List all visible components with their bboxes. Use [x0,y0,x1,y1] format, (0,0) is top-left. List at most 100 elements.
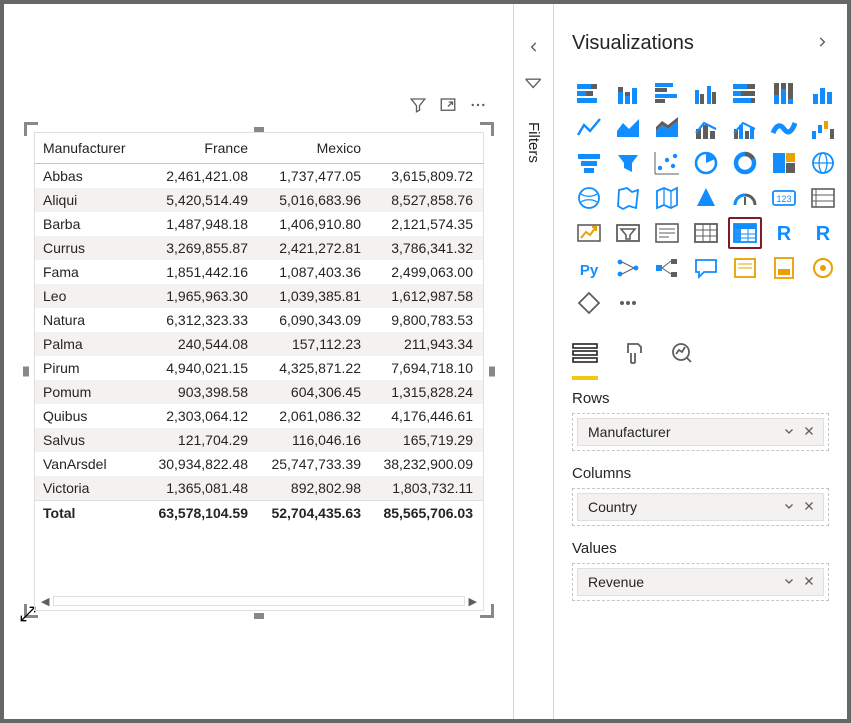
multi-row-card-icon[interactable] [806,182,840,214]
row-label[interactable]: Abbas [35,163,145,188]
text-box-icon[interactable] [650,217,684,249]
row-label[interactable]: Leo [35,284,145,308]
filter-icon[interactable] [409,96,427,117]
donut-chart-icon[interactable] [728,147,762,179]
chevron-down-icon[interactable] [783,574,795,590]
cell-value[interactable]: 1,803,732.11 [371,476,483,501]
cell-value[interactable]: 240,544.08 [145,332,258,356]
stacked-bar-chart-icon[interactable] [572,77,606,109]
cell-value[interactable]: 4,176,446.61 [371,404,483,428]
cell-value[interactable]: 1,315,828.24 [371,380,483,404]
filled-map-icon[interactable] [611,182,645,214]
table-row[interactable]: VanArsdel30,934,822.4825,747,733.3938,23… [35,452,483,476]
cell-value[interactable]: 1,087,403.36 [258,260,371,284]
field-chip-country[interactable]: Country [577,493,824,521]
kpi-icon[interactable] [572,217,606,249]
line-clustered-column-icon[interactable] [728,112,762,144]
cell-value[interactable]: 3,786,341.32 [371,236,483,260]
cell-value[interactable]: 2,499,063.00 [371,260,483,284]
clustered-column-chart-icon[interactable] [689,77,723,109]
rows-well-dropzone[interactable]: Manufacturer [572,413,829,451]
cell-value[interactable]: 9,800,783.53 [371,308,483,332]
format-tab[interactable] [622,335,646,380]
row-label[interactable]: VanArsdel [35,452,145,476]
cell-value[interactable]: 1,612,987.58 [371,284,483,308]
cell-value[interactable]: 1,851,442.16 [145,260,258,284]
row-label[interactable]: Natura [35,308,145,332]
table-row[interactable]: Barba1,487,948.181,406,910.802,121,574.3… [35,212,483,236]
cell-value[interactable]: 4,940,021.15 [145,356,258,380]
filters-pane-collapsed[interactable]: Filters [514,4,554,719]
table-icon[interactable] [689,217,723,249]
cell-value[interactable]: 7,694,718.10 [371,356,483,380]
cell-value[interactable]: 1,737,477.05 [258,163,371,188]
cell-value[interactable]: 5,420,514.49 [145,188,258,212]
column-header[interactable]: Mexico [258,133,371,163]
column-header[interactable] [371,133,483,163]
row-label[interactable]: Quibus [35,404,145,428]
line-chart-icon[interactable] [572,112,606,144]
table-row[interactable]: Salvus121,704.29116,046.16165,719.29 [35,428,483,452]
table-row[interactable]: Quibus2,303,064.122,061,086.324,176,446.… [35,404,483,428]
cell-value[interactable]: 30,934,822.48 [145,452,258,476]
table-row[interactable]: Leo1,965,963.301,039,385.811,612,987.58 [35,284,483,308]
cell-value[interactable]: 157,112.23 [258,332,371,356]
cell-value[interactable]: 4,325,871.22 [258,356,371,380]
qa-visual-icon[interactable] [689,252,723,284]
row-label[interactable]: Aliqui [35,188,145,212]
cell-value[interactable]: 2,303,064.12 [145,404,258,428]
scatter-chart-icon[interactable] [650,147,684,179]
cell-value[interactable]: 6,312,323.33 [145,308,258,332]
table-row[interactable]: Victoria1,365,081.48892,802.981,803,732.… [35,476,483,501]
python-visual-icon[interactable]: Py [572,252,606,284]
stacked-column-chart-icon[interactable] [611,77,645,109]
card-icon[interactable]: 123 [767,182,801,214]
row-label[interactable]: Victoria [35,476,145,501]
table-row[interactable]: Abbas2,461,421.081,737,477.053,615,809.7… [35,163,483,188]
cell-value[interactable]: 6,090,343.09 [258,308,371,332]
clustered-bar-chart-icon[interactable] [650,77,684,109]
cell-value[interactable]: 116,046.16 [258,428,371,452]
line-stacked-column-icon[interactable] [689,112,723,144]
cell-value[interactable]: 2,121,574.35 [371,212,483,236]
table-row[interactable]: Natura6,312,323.336,090,343.099,800,783.… [35,308,483,332]
row-label[interactable]: Palma [35,332,145,356]
stacked-area-chart-icon[interactable] [650,112,684,144]
selection-handle[interactable] [23,364,29,379]
arcgis-map-icon[interactable] [806,252,840,284]
chevron-down-icon[interactable] [783,424,795,440]
cell-value[interactable]: 2,421,272.81 [258,236,371,260]
matrix-visual[interactable]: Manufacturer France Mexico Abbas2,461,42… [26,124,492,619]
cell-value[interactable]: 2,461,421.08 [145,163,258,188]
table-row[interactable]: Pomum903,398.58604,306.451,315,828.24 [35,380,483,404]
scroll-right-arrow[interactable]: ▶ [469,595,477,608]
remove-field-icon[interactable] [803,499,815,515]
paginated-report-icon[interactable] [767,252,801,284]
cell-value[interactable]: 3,269,855.87 [145,236,258,260]
cell-value[interactable]: 903,398.58 [145,380,258,404]
row-label[interactable]: Pirum [35,356,145,380]
table-row[interactable]: Currus3,269,855.872,421,272.813,786,341.… [35,236,483,260]
waterfall-chart-icon[interactable] [806,112,840,144]
ribbon-chart-icon[interactable] [767,112,801,144]
cell-value[interactable]: 8,527,858.76 [371,188,483,212]
funnel-chart-icon[interactable] [572,147,606,179]
cell-value[interactable]: 2,061,086.32 [258,404,371,428]
decomposition-tree-icon[interactable] [650,252,684,284]
analytics-tab[interactable] [670,335,694,380]
area-chart-icon[interactable] [611,112,645,144]
fields-tab[interactable] [572,335,598,380]
slicer-icon[interactable] [611,217,645,249]
collapse-pane-icon[interactable] [815,35,829,52]
filters-icon[interactable] [524,75,544,98]
values-well-dropzone[interactable]: Revenue [572,563,829,601]
gauge-icon[interactable] [728,182,762,214]
r-visual-2-icon[interactable]: R [806,217,840,249]
matrix-icon[interactable] [728,217,762,249]
cell-value[interactable]: 1,039,385.81 [258,284,371,308]
stacked-column-100-icon[interactable] [767,77,801,109]
map-icon[interactable] [806,147,840,179]
more-options-icon[interactable] [469,96,487,117]
get-more-visuals-icon[interactable] [611,287,645,319]
row-header-column[interactable]: Manufacturer [35,133,145,163]
